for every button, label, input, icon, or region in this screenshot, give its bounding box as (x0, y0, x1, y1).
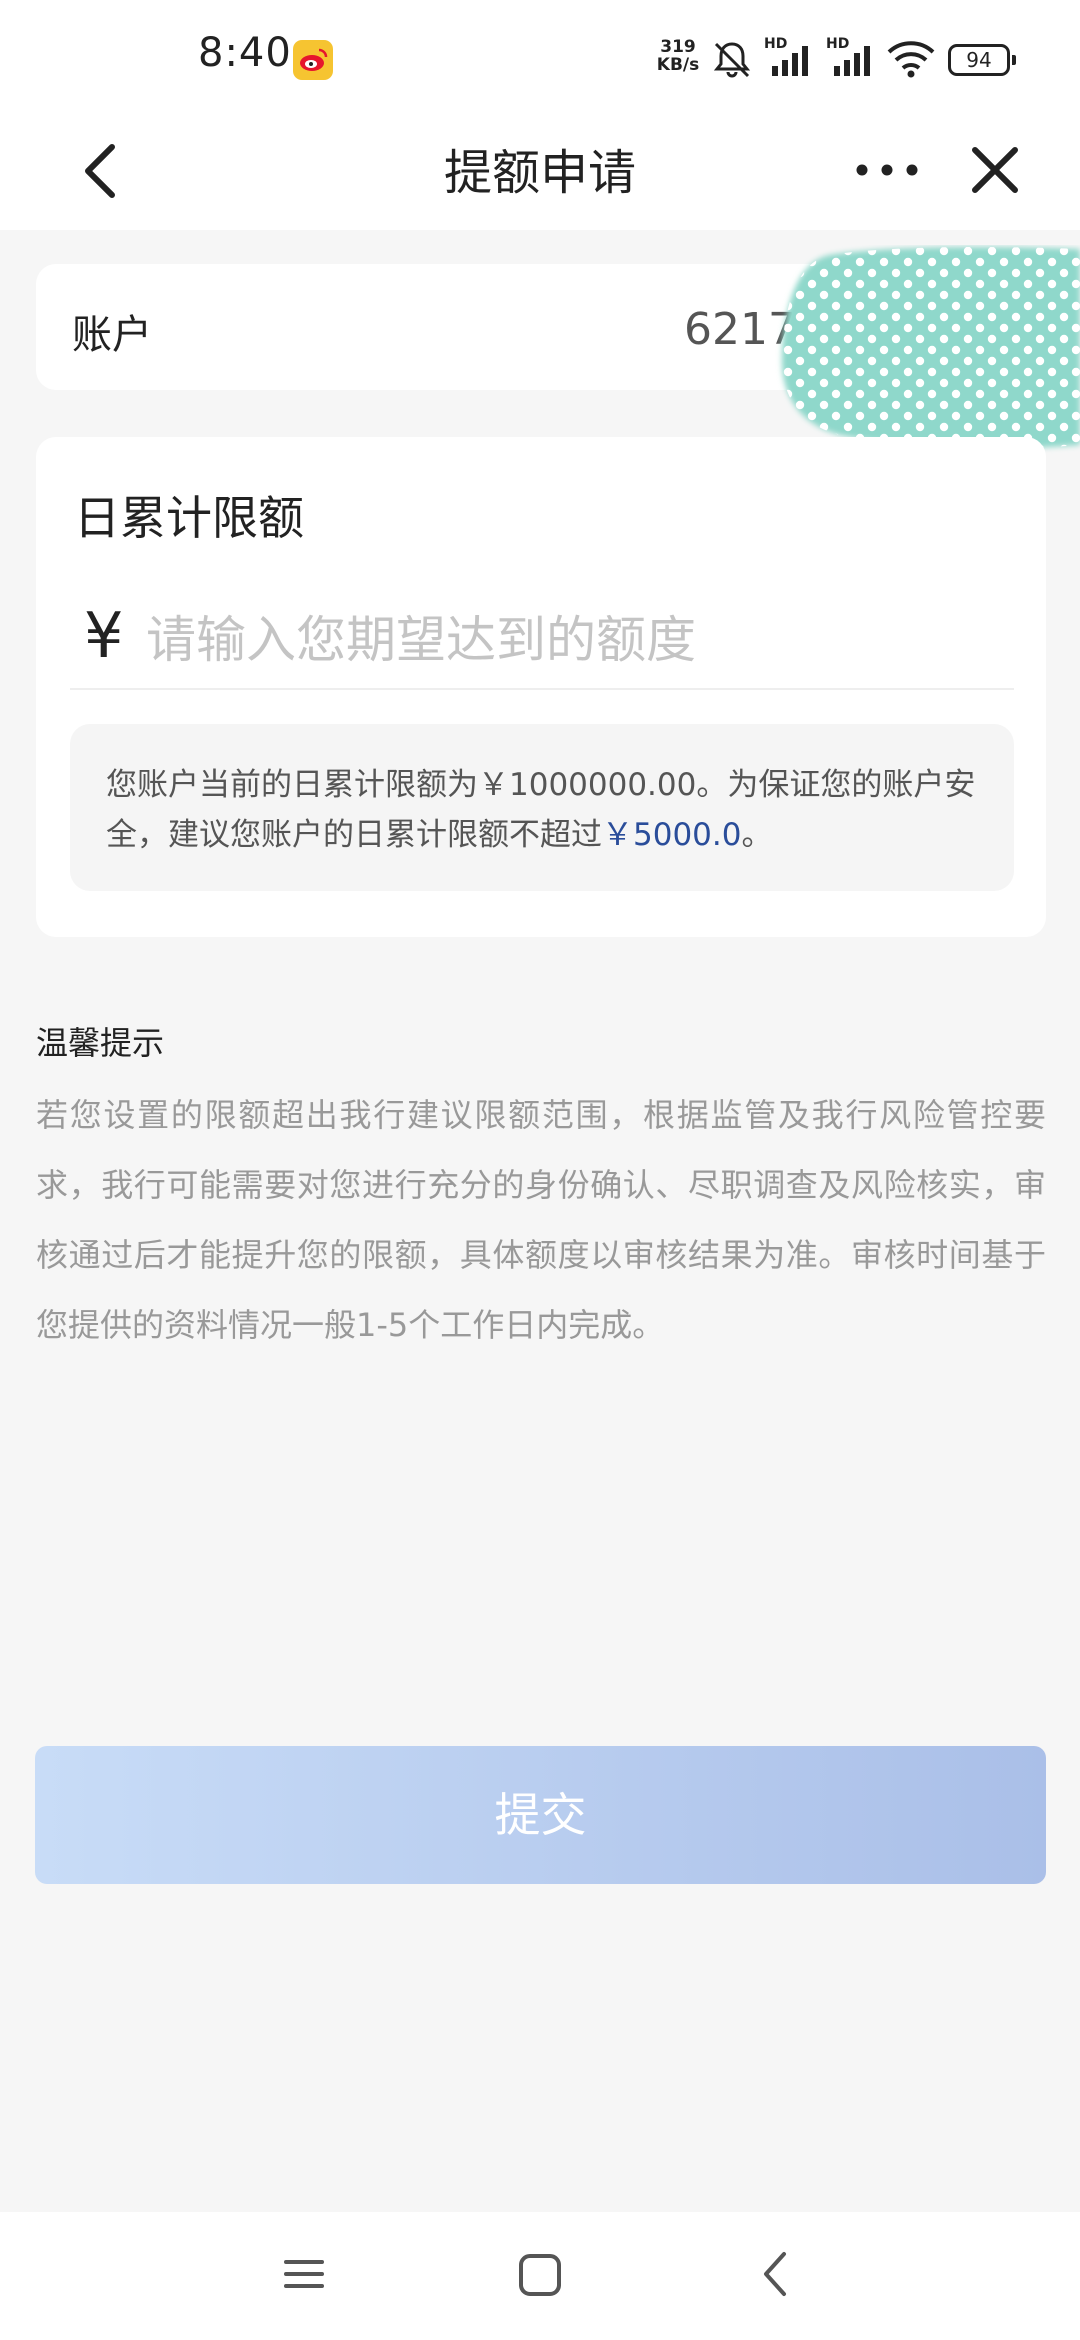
wifi-icon (887, 41, 935, 78)
daily-limit-title: 日累计限额 (74, 491, 304, 545)
tips-body: 若您设置的限额超出我行建议限额范围，根据监管及我行风险管控要求，我行可能需要对您… (36, 1096, 1046, 1344)
currency-symbol: ¥ (84, 599, 124, 672)
daily-limit-card: 日累计限额 ¥ 您账户当前的日累计限额为￥1000000.00。为保证您的账户安… (36, 437, 1046, 937)
cell-signal-1-icon (772, 46, 808, 76)
chevron-left-icon[interactable] (72, 139, 132, 203)
notice-suffix: 。 (741, 817, 773, 853)
menu-icon[interactable] (282, 2248, 326, 2300)
close-icon[interactable] (965, 135, 1025, 205)
account-label: 账户 (72, 312, 152, 358)
net-speed-unit: KB/s (656, 55, 700, 75)
cell-signal-2-icon (834, 46, 870, 76)
back-chevron-icon[interactable] (756, 2248, 796, 2300)
privacy-dots-overlay (781, 247, 1080, 449)
submit-button[interactable]: 提交 (35, 1746, 1046, 1884)
tips-title: 温馨提示 (36, 1024, 165, 1062)
more-dots-icon[interactable] (850, 145, 924, 195)
mute-bell-icon (713, 42, 751, 78)
system-nav-bar (0, 2212, 1080, 2340)
home-square-icon[interactable] (516, 2248, 564, 2300)
network-speed: 319 KB/s (650, 38, 706, 74)
weibo-icon (293, 40, 333, 80)
limit-amount-input[interactable] (146, 605, 1026, 675)
notice-text: 您账户当前的日累计限额为￥1000000.00。为保证您的账户安全，建议您账户的… (106, 767, 976, 853)
status-bar: 8:40 319 KB/s HD HD 94 (0, 0, 1080, 115)
current-limit-notice: 您账户当前的日累计限额为￥1000000.00。为保证您的账户安全，建议您账户的… (70, 724, 1014, 891)
screen: 8:40 319 KB/s HD HD 94 提额申请 账户 6217 日累计限… (0, 0, 1080, 2340)
nav-bar: 提额申请 (0, 115, 1080, 230)
battery-indicator: 94 (948, 44, 1016, 76)
net-speed-value: 319 (660, 37, 696, 57)
suggested-limit-amount: ￥5000.0 (602, 817, 742, 853)
clock: 8:40 (198, 30, 292, 76)
input-underline (70, 688, 1014, 690)
